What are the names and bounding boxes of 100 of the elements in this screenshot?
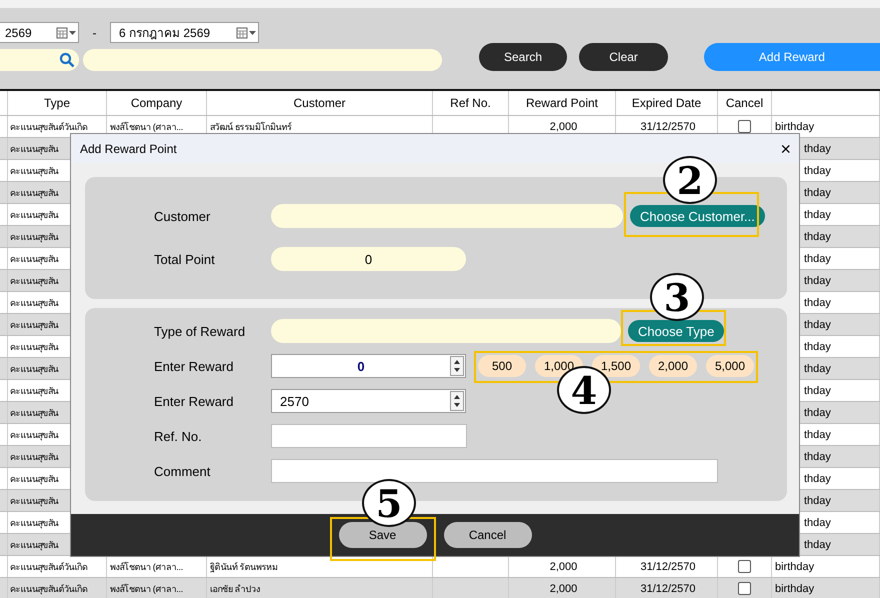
table-cell: thday — [804, 384, 831, 396]
table-cell-text: สวัฒน์ ธรรมมิโกมินทร์ — [210, 120, 292, 134]
preset-amount-chip[interactable]: 2,000 — [649, 355, 697, 377]
clear-button[interactable]: Clear — [579, 43, 668, 71]
field-label: Enter Reward — [154, 394, 234, 408]
table-cell: thday — [804, 538, 831, 550]
table-cell: thday — [804, 296, 831, 308]
table-cell: thday — [804, 318, 831, 330]
table-cell-text: คะแนนสุขสัน — [10, 450, 58, 464]
table-cell-text: ฐิตินันท์ รัตนพรหม — [210, 560, 278, 574]
comment-field[interactable] — [271, 459, 718, 483]
preset-amount-chip[interactable]: 5,000 — [706, 355, 754, 377]
reward-amount-field[interactable]: 0 — [271, 354, 466, 378]
search-icon[interactable] — [58, 52, 75, 68]
table-cell-text: พงส์โชตนา (ศาลา... — [110, 120, 183, 134]
table-cell: 2,000 — [550, 582, 578, 594]
cancel-checkbox[interactable] — [738, 582, 751, 595]
spinner-arrows-icon[interactable] — [450, 356, 464, 376]
cancel-button[interactable]: Cancel — [444, 522, 532, 548]
table-cell-text: คะแนนสุขสัน — [10, 406, 58, 420]
preset-amount-chip[interactable]: 500 — [478, 355, 526, 377]
table-cell: thday — [804, 230, 831, 242]
table-cell-text: คะแนนสุขสัน — [10, 230, 58, 244]
table-cell-text: คะแนนสุขสัน — [10, 538, 58, 552]
date-field[interactable]: 2569 — [0, 22, 79, 43]
total-point-field: 0 — [271, 247, 466, 271]
dialog-title: Add Reward Point — [80, 142, 177, 156]
table-cell-text: คะแนนสุขสัน — [10, 164, 58, 178]
table-cell-text: คะแนนสุขสัน — [10, 428, 58, 442]
field-label: Type of Reward — [154, 324, 246, 338]
table-cell-text: คะแนนสุขสัน — [10, 516, 58, 530]
preset-amount-chip[interactable]: 1,500 — [592, 355, 640, 377]
table-cell-text: คะแนนสุขสัน — [10, 362, 58, 376]
field-label: Enter Reward — [154, 358, 234, 374]
table-cell: 2,000 — [550, 560, 578, 572]
column-header[interactable]: Reward Point — [526, 96, 598, 110]
table-cell-text: คะแนนสุขสัน — [10, 296, 58, 310]
reward-type-field[interactable] — [271, 319, 621, 343]
table-cell: thday — [804, 494, 831, 506]
table-cell: birthday — [775, 560, 814, 572]
table-cell-text: คะแนนสุขสัน — [10, 318, 58, 332]
reward-year-field[interactable]: 2570 — [271, 389, 466, 413]
table-cell: thday — [804, 428, 831, 440]
table-cell: thday — [804, 208, 831, 220]
choose-customer-button[interactable]: Choose Customer... — [630, 205, 765, 227]
column-header[interactable]: Customer — [293, 96, 346, 110]
range-dash: - — [92, 26, 98, 40]
table-cell-text: คะแนนสุขสัน — [10, 142, 58, 156]
table-cell-text: คะแนนสุขสัน — [10, 252, 58, 266]
table-cell: thday — [804, 450, 831, 462]
table-cell-text: คะแนนสุขสันต์วันเกิด — [10, 560, 88, 574]
field-label: Ref. No. — [154, 428, 203, 444]
keyword-field[interactable] — [82, 49, 442, 71]
table-cell-text: คะแนนสุขสันต์วันเกิด — [10, 120, 88, 134]
table-cell: 2,000 — [550, 120, 578, 132]
table-cell: thday — [804, 516, 831, 528]
field-label: Comment — [154, 464, 212, 478]
table-cell-text: คะแนนสุขสัน — [10, 494, 58, 508]
column-header[interactable]: Ref No. — [450, 96, 491, 110]
table-cell: thday — [804, 340, 831, 352]
field-label: Total Point — [154, 252, 216, 266]
search-button[interactable]: Search — [478, 43, 568, 71]
calendar-dropdown-icon[interactable] — [236, 26, 258, 38]
column-header[interactable]: Company — [130, 96, 182, 110]
table-cell-text: คะแนนสุขสันต์วันเกิด — [10, 582, 88, 596]
table-cell: 31/12/2570 — [640, 120, 696, 132]
choose-type-button[interactable]: Choose Type — [628, 320, 724, 342]
column-header[interactable]: Type — [44, 96, 70, 110]
column-header[interactable]: Cancel — [726, 96, 764, 110]
table-cell-text: คะแนนสุขสัน — [10, 472, 58, 486]
table-cell: thday — [804, 472, 831, 484]
cancel-checkbox[interactable] — [738, 560, 751, 573]
table-cell-text: พงส์โชตนา (ศาลา... — [110, 560, 183, 574]
table-cell: thday — [804, 252, 831, 264]
table-cell-text: เอกชัย ลำปวง — [210, 582, 260, 596]
table-cell-text: คะแนนสุขสัน — [10, 208, 58, 222]
table-cell-text: คะแนนสุขสัน — [10, 274, 58, 288]
table-cell: birthday — [775, 120, 814, 132]
table-cell-text: คะแนนสุขสัน — [10, 340, 58, 354]
table-cell: birthday — [775, 582, 814, 594]
table-cell: 31/12/2570 — [640, 560, 696, 572]
table-cell: thday — [804, 186, 831, 198]
save-button[interactable]: Save — [338, 522, 426, 548]
search-field[interactable] — [0, 49, 79, 71]
date-field[interactable]: 6 กรกฎาคม 2569 — [110, 22, 259, 43]
table-cell: thday — [804, 164, 831, 176]
table-cell: 31/12/2570 — [640, 582, 696, 594]
column-header[interactable]: Expired Date — [632, 96, 702, 110]
cancel-checkbox[interactable] — [738, 120, 751, 133]
table-cell: thday — [804, 274, 831, 286]
table-cell-text: พงส์โชตนา (ศาลา... — [110, 582, 183, 596]
calendar-dropdown-icon[interactable] — [56, 26, 78, 38]
table-cell-text: คะแนนสุขสัน — [10, 186, 58, 200]
table-cell: thday — [804, 362, 831, 374]
ref-no-field[interactable] — [271, 424, 467, 448]
customer-field[interactable] — [271, 204, 623, 228]
close-button[interactable]: × — [780, 140, 791, 158]
table-cell: thday — [804, 406, 831, 418]
spinner-arrows-icon[interactable] — [450, 391, 464, 411]
field-label: Customer — [154, 208, 212, 224]
